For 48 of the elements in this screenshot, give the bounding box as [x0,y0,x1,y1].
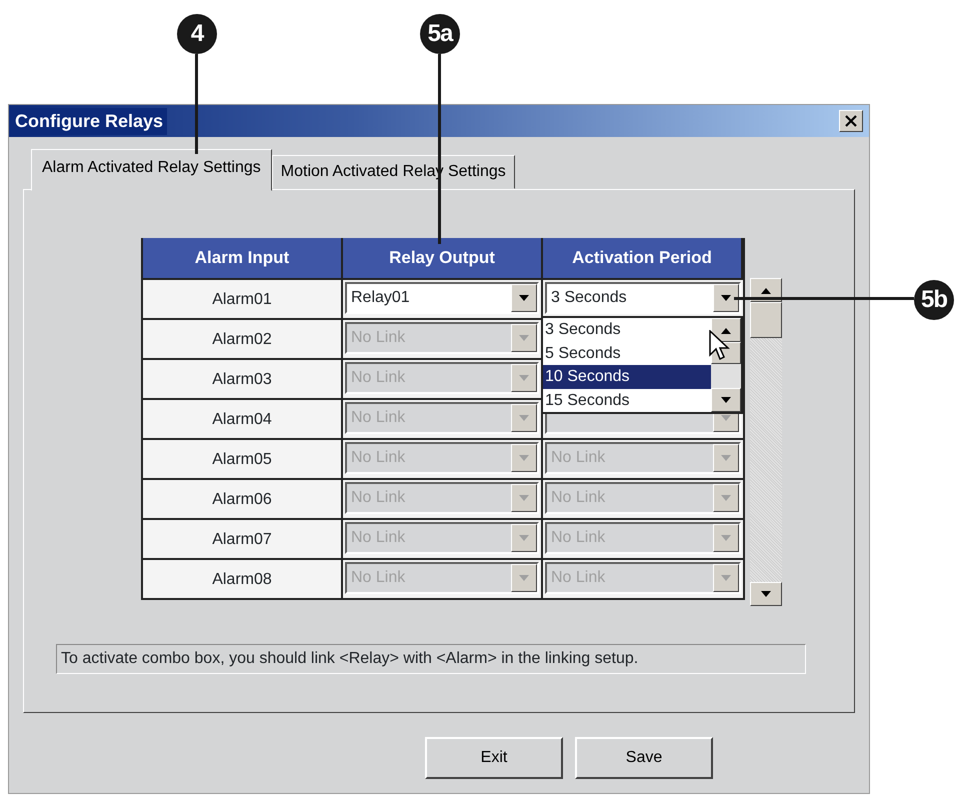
down-arrow-icon [720,396,732,404]
table-cell: Alarm02 [143,318,343,358]
close-button[interactable] [839,110,863,132]
table-cell: Alarm06 [143,478,343,518]
hint-text: To activate combo box, you should link <Relay> with <Alarm> in the linking setup. [56,644,806,674]
down-arrow-icon [720,294,732,302]
dropdown-option[interactable]: 5 Seconds [543,342,711,365]
down-arrow-icon [720,454,732,462]
callout-marker: 5a [420,14,460,54]
down-arrow-icon [518,494,530,502]
dialog-button[interactable]: Save [575,737,713,779]
combo-box[interactable]: 3 Seconds [545,282,741,314]
callout-marker: 5b [914,280,954,320]
down-arrow-icon [518,334,530,342]
down-arrow-icon [518,454,530,462]
column-header: Relay Output [343,238,543,278]
table-cell: Alarm08 [143,558,343,598]
column-header: Alarm Input [143,238,343,278]
dialog-button[interactable]: Exit [425,737,563,779]
combo-box[interactable]: Relay01 [345,282,539,314]
down-arrow-icon [720,414,732,422]
tab[interactable]: Alarm Activated Relay Settings [31,149,272,191]
down-arrow-icon [518,294,530,302]
callout-marker: 4 [177,14,217,54]
down-arrow-icon [518,374,530,382]
table-cell: Alarm04 [143,398,343,438]
down-arrow-icon [760,590,772,598]
down-arrow-icon [518,414,530,422]
scrollbar-thumb[interactable] [750,302,782,338]
scrollbar[interactable] [750,278,782,606]
table-cell: Alarm07 [143,518,343,558]
down-arrow-icon [720,574,732,582]
dropdown-option[interactable]: 3 Seconds [543,318,711,342]
cursor-icon [709,330,731,362]
down-arrow-icon [518,574,530,582]
dropdown-option[interactable]: 10 Seconds [543,365,711,388]
down-arrow-icon [720,494,732,502]
up-arrow-icon [760,286,772,294]
table-cell: Alarm01 [143,278,343,318]
table-cell: Alarm03 [143,358,343,398]
up-arrow-icon [720,326,732,334]
down-arrow-icon [720,534,732,542]
dropdown-option[interactable]: 15 Seconds [543,388,711,412]
close-icon [845,115,857,127]
table-cell: Alarm05 [143,438,343,478]
scrollbar[interactable] [711,318,741,412]
column-header: Activation Period [543,238,743,278]
down-arrow-icon [518,534,530,542]
